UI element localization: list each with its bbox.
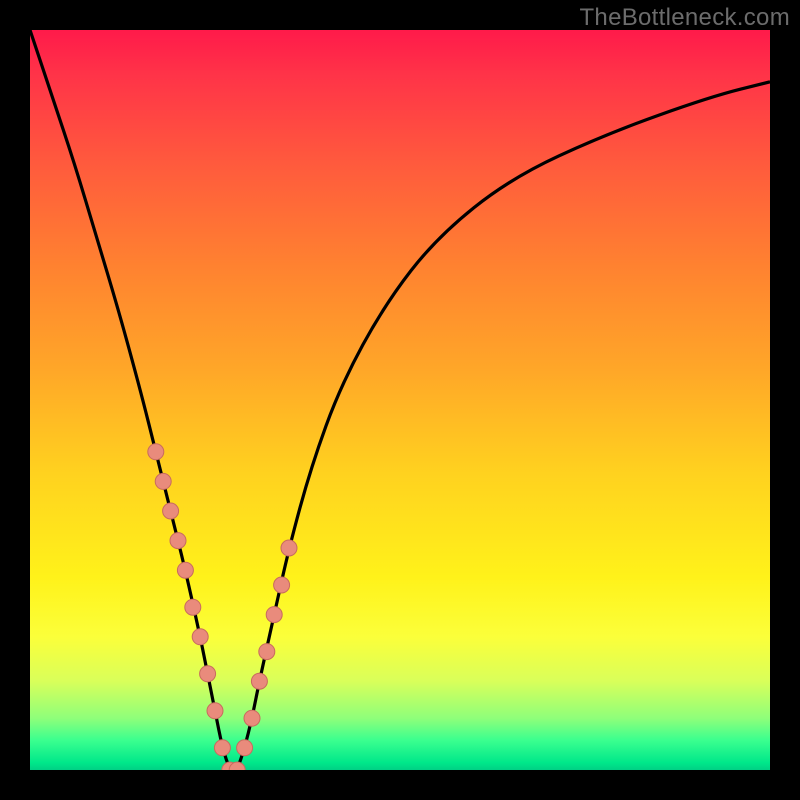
scatter-dot [170,533,186,549]
scatter-dot [185,599,201,615]
scatter-dots [148,444,297,770]
scatter-dot [163,503,179,519]
scatter-dot [251,673,267,689]
chart-frame: TheBottleneck.com [0,0,800,800]
scatter-dot [237,740,253,756]
bottleneck-curve [30,30,770,770]
scatter-dot [266,607,282,623]
scatter-dot [148,444,164,460]
plot-area [30,30,770,770]
scatter-dot [177,562,193,578]
scatter-dot [274,577,290,593]
scatter-dot [214,740,230,756]
scatter-dot [155,473,171,489]
curve-path [30,30,770,770]
scatter-dot [200,666,216,682]
scatter-dot [281,540,297,556]
scatter-dot [192,629,208,645]
scatter-dot [207,703,223,719]
scatter-dot [244,710,260,726]
watermark-text: TheBottleneck.com [579,4,790,32]
scatter-dot [259,644,275,660]
